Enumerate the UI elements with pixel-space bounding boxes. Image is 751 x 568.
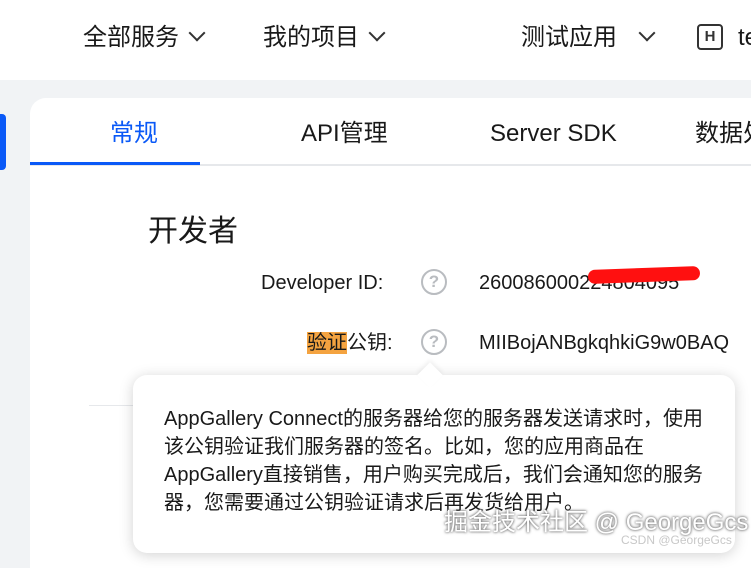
divider (89, 405, 139, 406)
user-avatar-badge[interactable]: H (697, 24, 723, 50)
sidebar-active-indicator (0, 114, 6, 170)
all-services-label: 全部服务 (83, 24, 179, 51)
app-selector-dropdown[interactable]: 测试应用 (521, 20, 656, 56)
developer-id-label: Developer ID: (261, 272, 384, 294)
public-key-value: MIIBojANBgkqhkiG9w0BAQ (479, 332, 730, 354)
public-key-label-rest: 公钥: (347, 332, 393, 354)
search-highlight: 验证 (307, 332, 347, 354)
active-tab-underline (30, 162, 200, 165)
app-selector-label: 测试应用 (521, 24, 617, 51)
tooltip-text: AppGallery Connect的服务器给您的服务器发送请求时，使用该公钥验… (164, 408, 703, 514)
chevron-down-icon (188, 24, 206, 42)
tab-data-processing[interactable]: 数据处 (695, 116, 751, 152)
chevron-down-icon (638, 24, 656, 42)
watermark-csdn: CSDN @GeorgeGcs (621, 533, 732, 547)
top-navigation-bar: 全部服务 我的项目 测试应用 H te (0, 0, 751, 80)
my-projects-label: 我的项目 (263, 24, 359, 51)
my-projects-menu[interactable]: 我的项目 (263, 20, 386, 56)
section-title: 开发者 (148, 215, 238, 248)
help-icon[interactable]: ? (421, 269, 447, 295)
help-icon[interactable]: ? (421, 329, 447, 355)
tab-general[interactable]: 常规 (110, 116, 158, 152)
user-name[interactable]: te (738, 20, 751, 56)
tab-server-sdk[interactable]: Server SDK (490, 116, 617, 152)
chevron-down-icon (368, 24, 386, 42)
tab-api-management[interactable]: API管理 (301, 116, 388, 152)
all-services-menu[interactable]: 全部服务 (83, 20, 206, 56)
tab-bar: 常规 API管理 Server SDK 数据处 (30, 98, 751, 166)
public-key-label: 验证公钥: (307, 329, 393, 357)
